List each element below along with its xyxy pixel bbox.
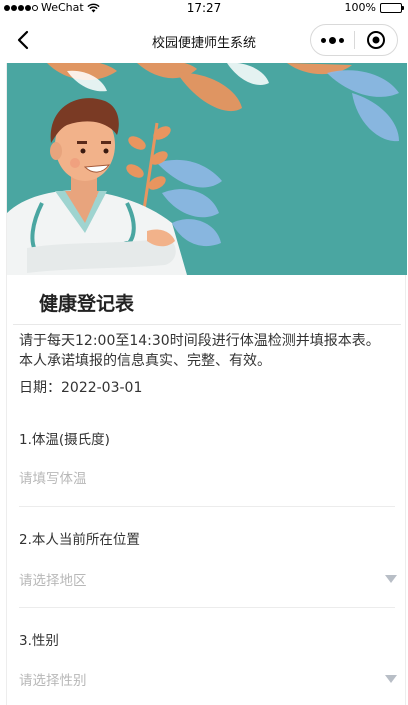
doctor-illustration — [7, 63, 407, 275]
question-label-gender: 3.性别 — [19, 633, 59, 649]
question-label-temperature: 1.体温(摄氏度) — [19, 432, 110, 448]
gender-select-placeholder: 请选择性别 — [19, 673, 87, 689]
page-content: 健康登记表 请于每天12:00至14:30时间段进行体温检测并填报本表。 本人承… — [6, 63, 407, 705]
notice-text: 请于每天12:00至14:30时间段进行体温检测并填报本表。 本人承诺填报的信息… — [19, 331, 401, 371]
temperature-input[interactable] — [19, 468, 397, 490]
question-divider — [19, 607, 395, 608]
banner — [7, 63, 407, 275]
nav-bar: 校园便捷师生系统 — [0, 18, 408, 63]
title-divider — [13, 324, 401, 325]
caret-down-icon — [385, 675, 397, 683]
battery-icon — [380, 2, 404, 13]
notice-line-2: 本人承诺填报的信息真实、完整、有效。 — [19, 353, 271, 369]
more-button[interactable] — [311, 25, 354, 55]
more-dots-icon — [320, 36, 344, 44]
notice-line-1: 请于每天12:00至14:30时间段进行体温检测并填报本表。 — [19, 333, 380, 349]
gender-select[interactable]: 请选择性别 — [19, 669, 397, 691]
date-value: 2022-03-01 — [61, 380, 143, 396]
location-select[interactable]: 请选择地区 — [19, 569, 397, 591]
caret-down-icon — [385, 575, 397, 583]
target-circle-icon — [366, 31, 385, 49]
date-label: 日期： — [19, 380, 61, 396]
question-divider — [19, 506, 395, 507]
question-label-location: 2.本人当前所在位置 — [19, 532, 140, 548]
form-title: 健康登记表 — [39, 293, 135, 315]
date-row: 日期：2022-03-01 — [19, 377, 142, 397]
close-mini-program-button[interactable] — [354, 25, 397, 55]
status-bar: WeChat 17:27 100% — [0, 0, 408, 18]
location-select-placeholder: 请选择地区 — [19, 573, 87, 589]
status-right: 100% — [344, 1, 404, 14]
mini-program-capsule — [310, 24, 398, 56]
battery-percent: 100% — [344, 1, 376, 14]
